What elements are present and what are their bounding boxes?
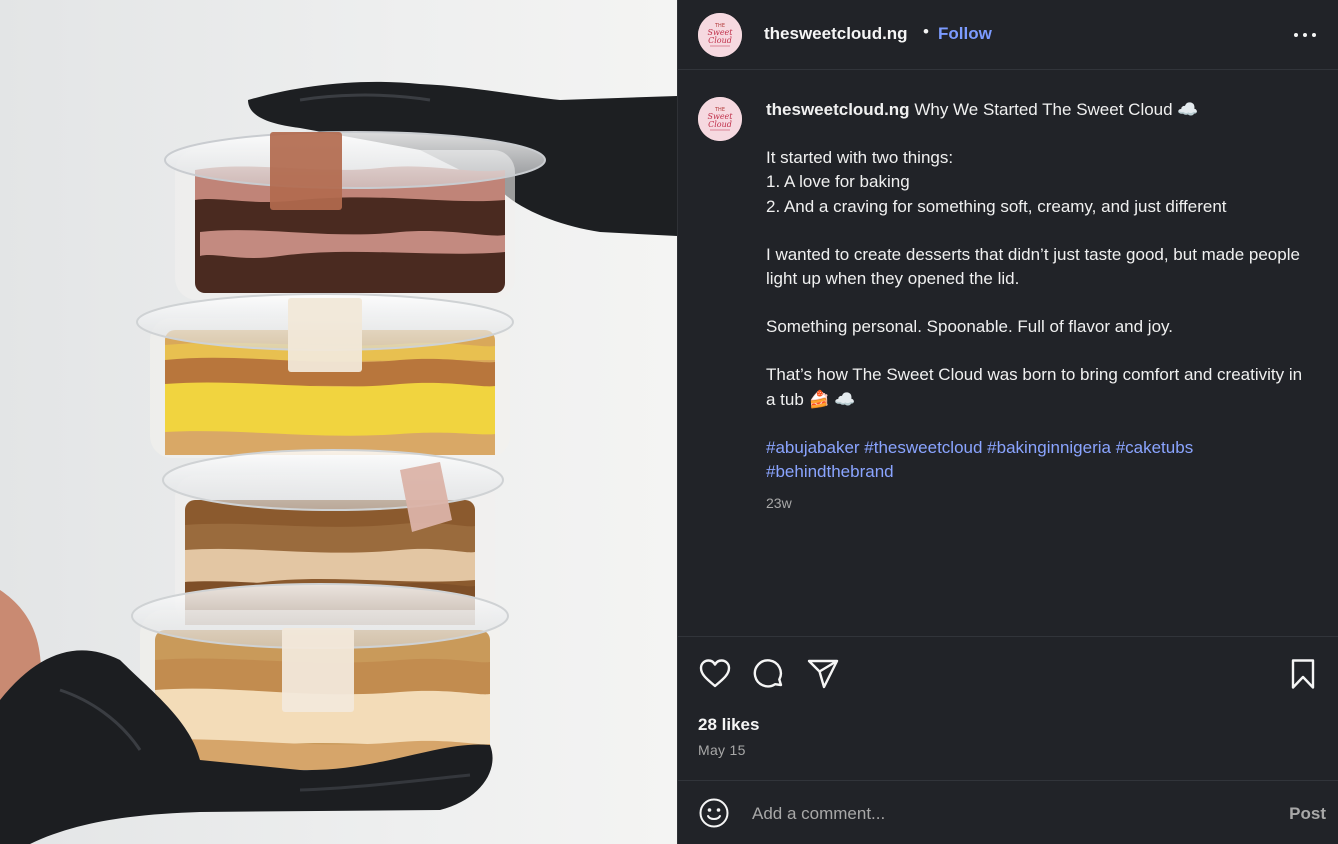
post-header: THE Sweet Cloud thesweetcloud.ng • Follo…: [678, 0, 1338, 70]
caption-line: Something personal. Spoonable. Full of f…: [766, 317, 1173, 337]
svg-text:Cloud: Cloud: [708, 120, 732, 129]
comment-bar: Post: [678, 780, 1338, 844]
caption-hashtags[interactable]: #abujabaker #thesweetcloud #bakinginnige…: [766, 436, 1316, 484]
comment-input[interactable]: [752, 801, 1252, 827]
sweet-cloud-logo-icon: THE Sweet Cloud: [698, 13, 742, 57]
separator-dot: •: [923, 22, 929, 41]
post-details-panel: THE Sweet Cloud thesweetcloud.ng • Follo…: [677, 0, 1338, 844]
caption-title: Why We Started The Sweet Cloud ☁️: [914, 100, 1199, 119]
post-comment-button[interactable]: Post: [1289, 804, 1326, 824]
bookmark-icon[interactable]: [1286, 657, 1320, 691]
more-options-icon[interactable]: [1294, 24, 1318, 46]
caption-line: That’s how The Sweet Cloud was born to b…: [766, 365, 1303, 409]
post-photo[interactable]: [0, 0, 677, 844]
caption-text: thesweetcloud.ng Why We Started The Swee…: [766, 98, 1316, 484]
instagram-post-modal: THE Sweet Cloud thesweetcloud.ng • Follo…: [0, 0, 1338, 844]
post-date[interactable]: May 15: [698, 742, 746, 758]
caption-line: 1. A love for baking: [766, 172, 910, 192]
smiley-emoji-icon[interactable]: [698, 797, 730, 829]
caption-avatar[interactable]: THE Sweet Cloud: [698, 97, 742, 141]
sweet-cloud-logo-icon: THE Sweet Cloud: [698, 97, 742, 141]
caption-line: It started with two things:: [766, 148, 954, 168]
account-handle[interactable]: thesweetcloud.ng: [764, 24, 908, 44]
caption-handle[interactable]: thesweetcloud.ng: [766, 100, 910, 119]
share-paper-plane-icon[interactable]: [806, 657, 840, 691]
heart-icon[interactable]: [698, 657, 732, 691]
caption-age[interactable]: 23w: [766, 495, 792, 511]
caption-line: I wanted to create desserts that didn’t …: [766, 244, 1300, 289]
comment-bubble-icon[interactable]: [752, 658, 786, 692]
caption-line: 2. And a craving for something soft, cre…: [766, 196, 1227, 216]
follow-button[interactable]: Follow: [938, 24, 992, 44]
account-avatar[interactable]: THE Sweet Cloud: [698, 13, 742, 57]
svg-text:Cloud: Cloud: [708, 36, 732, 45]
stacked-cake-tubs-image: [0, 0, 677, 844]
likes-count[interactable]: 28 likes: [698, 715, 759, 735]
caption-section: THE Sweet Cloud thesweetcloud.ng Why We …: [678, 70, 1338, 636]
